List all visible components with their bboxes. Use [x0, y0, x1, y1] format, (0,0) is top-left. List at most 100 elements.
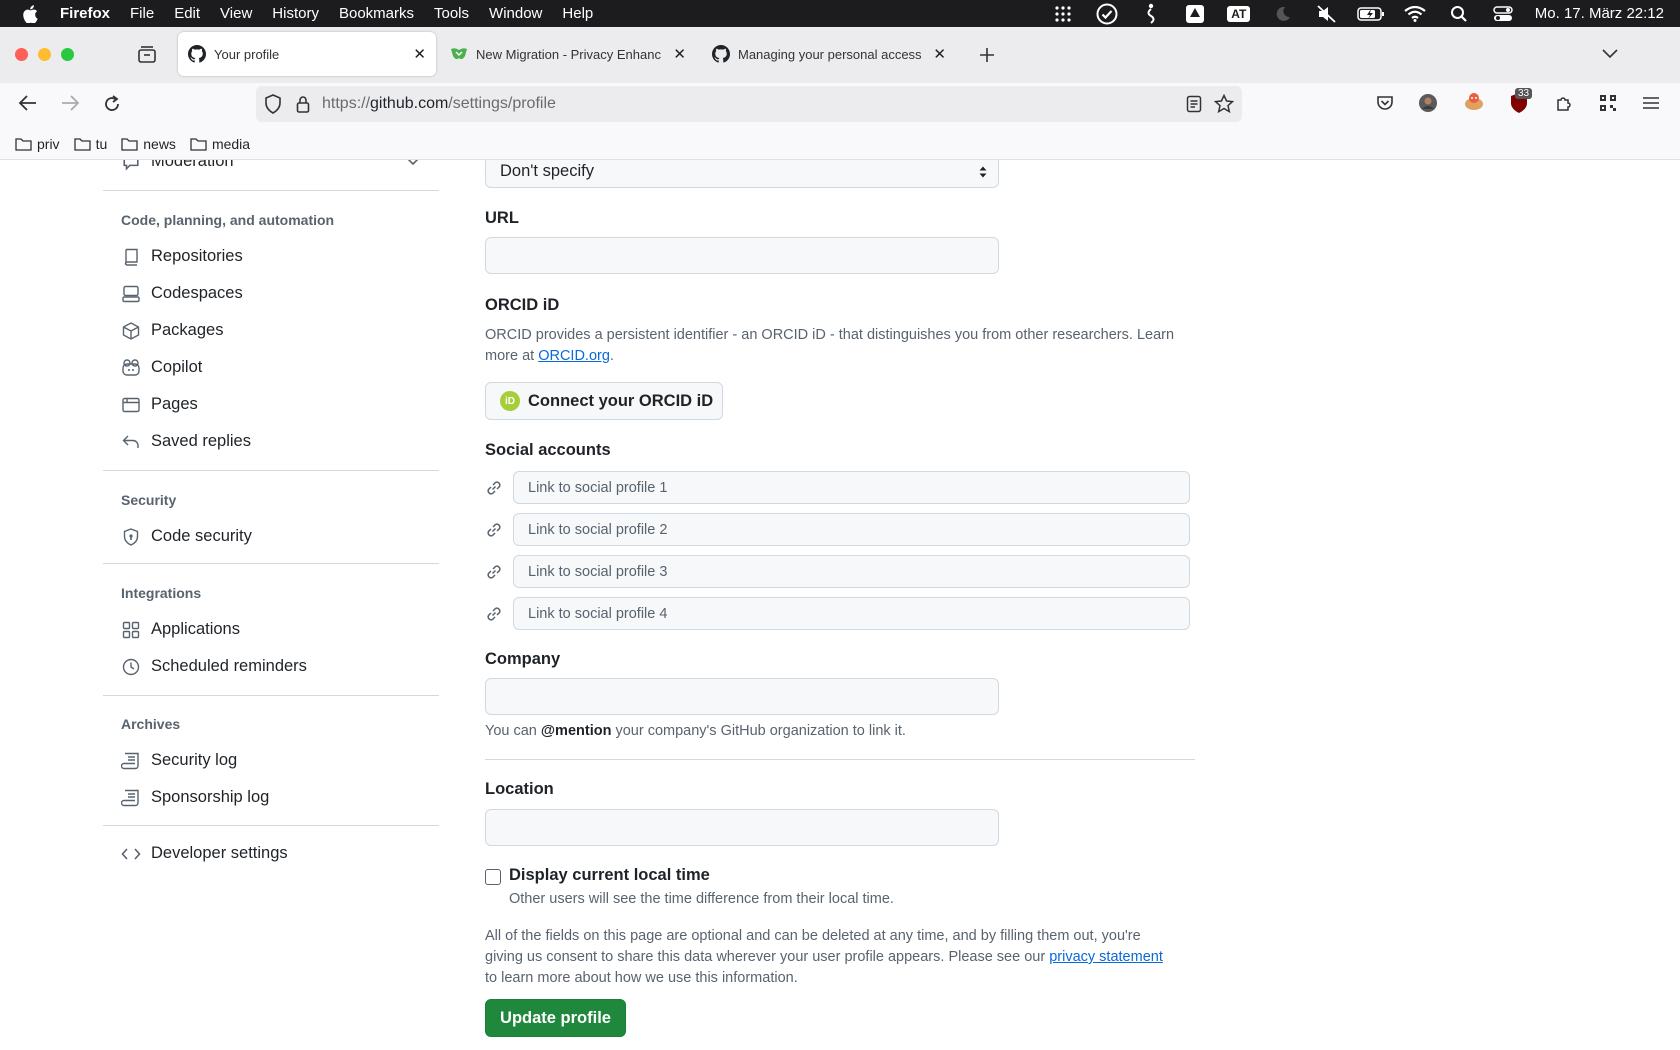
company-help-mention: @mention	[540, 723, 612, 739]
menu-window[interactable]: Window	[489, 5, 542, 22]
sidebar-item-copilot[interactable]: Copilot	[121, 358, 202, 377]
bookmark-folder-tu[interactable]: tu	[73, 136, 107, 152]
extensions-puzzle-icon[interactable]	[1555, 94, 1573, 112]
sidebar-item-developer-settings[interactable]: Developer settings	[121, 844, 288, 863]
grid-icon[interactable]	[1041, 5, 1085, 23]
bookmark-star-icon[interactable]	[1214, 94, 1234, 114]
url-input[interactable]	[485, 237, 999, 274]
wifi-icon[interactable]	[1393, 5, 1437, 22]
sidebar-item-moderation[interactable]: Moderation	[121, 160, 433, 171]
at-badge-icon[interactable]: AT	[1217, 5, 1261, 22]
codespaces-icon	[121, 285, 141, 303]
sidebar-item-saved-replies[interactable]: Saved replies	[121, 432, 251, 451]
window-minimize-button[interactable]	[38, 48, 51, 61]
privacy-statement-link[interactable]: privacy statement	[1049, 949, 1163, 965]
social-input-2[interactable]: Link to social profile 2	[513, 513, 1190, 546]
qr-code-icon[interactable]	[1599, 94, 1617, 112]
tracking-shield-icon[interactable]	[264, 94, 282, 114]
sidebar-item-scheduled-reminders[interactable]: Scheduled reminders	[121, 657, 307, 676]
sidebar-item-label: Copilot	[151, 358, 203, 376]
sidebar-item-sponsorship-log[interactable]: Sponsorship log	[121, 788, 269, 807]
extension-cat-icon[interactable]	[1463, 90, 1485, 112]
section-divider	[485, 759, 1195, 760]
menu-edit[interactable]: Edit	[174, 5, 200, 22]
social-input-4[interactable]: Link to social profile 4	[513, 597, 1190, 630]
url-bar[interactable]: https:// github.com /settings/profile	[256, 86, 1242, 122]
menu-bookmarks[interactable]: Bookmarks	[339, 5, 414, 22]
bookmark-folder-media[interactable]: media	[190, 136, 250, 152]
extension-badge-count: 33	[1515, 88, 1533, 99]
sidebar-item-label: Applications	[151, 620, 240, 638]
drive-icon[interactable]	[1173, 4, 1217, 24]
social-input-3[interactable]: Link to social profile 3	[513, 555, 1190, 588]
hamburger-menu-icon[interactable]	[1642, 95, 1660, 111]
local-time-label[interactable]: Display current local time	[509, 866, 710, 885]
account-avatar-icon[interactable]	[1418, 93, 1438, 113]
menu-tools[interactable]: Tools	[434, 5, 469, 22]
window-close-button[interactable]	[15, 48, 28, 61]
menu-history[interactable]: History	[272, 5, 319, 22]
apple-menu-icon[interactable]	[22, 4, 44, 23]
sidebar-item-packages[interactable]: Packages	[121, 321, 223, 340]
window-zoom-button[interactable]	[61, 48, 74, 61]
menu-file[interactable]: File	[130, 5, 154, 22]
bookmark-folder-news[interactable]: news	[121, 136, 176, 152]
forward-icon[interactable]	[60, 94, 80, 112]
chevron-down-icon[interactable]	[1601, 47, 1619, 59]
reader-view-icon[interactable]	[1186, 95, 1202, 113]
update-profile-button[interactable]: Update profile	[485, 999, 626, 1037]
orcid-link[interactable]: ORCID.org	[538, 348, 610, 364]
tab-overview-icon[interactable]	[137, 45, 157, 63]
clock-icon	[121, 658, 141, 676]
moon-icon[interactable]	[1261, 6, 1305, 22]
sidebar-item-repositories[interactable]: Repositories	[121, 247, 243, 266]
sidebar-divider	[103, 563, 439, 564]
reload-icon[interactable]	[102, 94, 122, 114]
tab-your-profile[interactable]: Your profile ✕	[178, 32, 436, 76]
sidebar-item-code-security[interactable]: Code security	[121, 527, 252, 546]
menu-app-name[interactable]: Firefox	[60, 5, 110, 22]
package-icon	[121, 321, 141, 340]
repo-icon	[121, 248, 141, 266]
search-icon[interactable]	[1437, 5, 1481, 23]
sidebar-item-pages[interactable]: Pages	[121, 395, 198, 414]
pronouns-select[interactable]: Don't specify	[485, 160, 999, 188]
control-center-icon[interactable]	[1481, 5, 1525, 22]
local-time-help: Other users will see the time difference…	[509, 891, 894, 907]
accessibility-icon[interactable]	[1129, 3, 1173, 25]
battery-icon[interactable]	[1349, 6, 1393, 21]
company-label: Company	[485, 650, 561, 668]
sidebar-item-security-log[interactable]: Security log	[121, 751, 237, 770]
sidebar-item-codespaces[interactable]: Codespaces	[121, 284, 243, 303]
macos-menubar: Firefox File Edit View History Bookmarks…	[0, 0, 1680, 27]
menu-help[interactable]: Help	[562, 5, 593, 22]
menu-view[interactable]: View	[220, 5, 252, 22]
chevron-down-icon[interactable]	[403, 160, 423, 167]
new-tab-icon[interactable]	[978, 46, 996, 64]
connect-orcid-button[interactable]: iD Connect your ORCID iD	[485, 382, 723, 420]
log-icon	[121, 789, 141, 807]
local-time-checkbox[interactable]	[485, 869, 501, 885]
back-icon[interactable]	[18, 94, 38, 112]
bookmark-folder-priv[interactable]: priv	[15, 136, 60, 152]
browser-icon	[121, 397, 141, 413]
sidebar-item-label: Moderation	[151, 160, 234, 170]
orcid-icon: iD	[500, 391, 520, 411]
sidebar-item-applications[interactable]: Applications	[121, 620, 240, 639]
tab-managing-access[interactable]: Managing your personal access ✕	[704, 32, 954, 76]
menubar-clock[interactable]: Mo. 17. März 22:12	[1535, 5, 1664, 22]
close-icon[interactable]: ✕	[413, 45, 426, 63]
tab-new-migration[interactable]: New Migration - Privacy Enhanc ✕	[440, 32, 688, 76]
sidebar-divider	[103, 470, 439, 471]
bookmark-label: media	[211, 135, 251, 152]
location-input[interactable]	[485, 809, 999, 846]
company-input[interactable]	[485, 678, 999, 715]
social-input-1[interactable]: Link to social profile 1	[513, 471, 1190, 504]
github-settings-page: Moderation Code, planning, and automatio…	[0, 160, 1680, 1050]
close-icon[interactable]: ✕	[673, 45, 686, 63]
pocket-icon[interactable]	[1376, 94, 1394, 112]
mute-icon[interactable]	[1305, 4, 1349, 23]
checkmark-circle-icon[interactable]	[1085, 3, 1129, 25]
lock-icon[interactable]	[296, 95, 310, 113]
close-icon[interactable]: ✕	[933, 45, 946, 63]
